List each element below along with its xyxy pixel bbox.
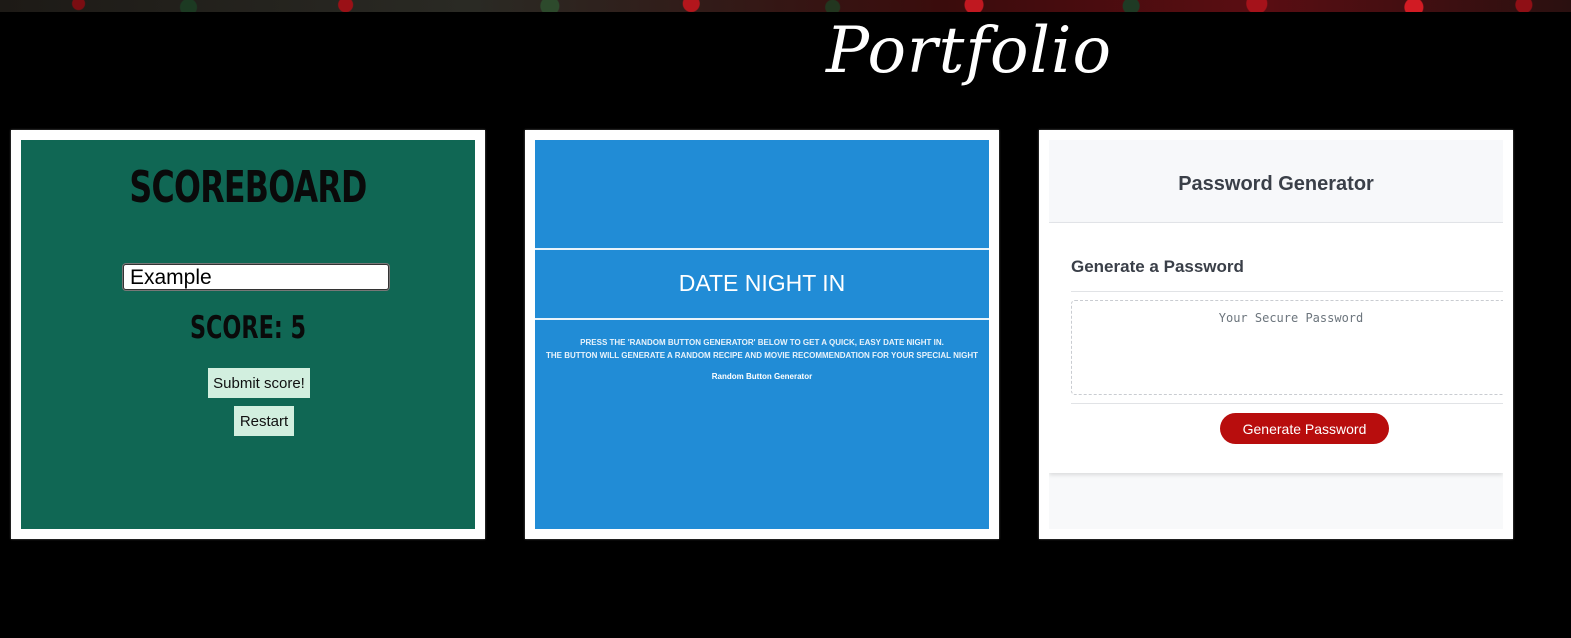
date-night-screenshot: DATE NIGHT IN PRESS THE 'RANDOM BUTTON G… [535,140,989,529]
random-button-generator[interactable]: Random Button Generator [535,372,989,381]
divider [1071,403,1503,404]
submit-score-button[interactable]: Submit score! [208,368,310,398]
password-output-textarea[interactable]: Your Secure Password [1071,300,1503,395]
divider [1071,291,1503,292]
portfolio-card-scoreboard[interactable]: SCOREBOARD Example SCORE: 5 Submit score… [11,130,485,539]
instructions-line-1: PRESS THE 'RANDOM BUTTON GENERATOR' BELO… [580,338,944,347]
score-display: SCORE: 5 [189,310,307,346]
page-title: Portfolio [826,14,1112,88]
divider-top [535,248,989,250]
password-header-title: Password Generator [1178,173,1374,195]
instructions-line-2: THE BUTTON WILL GENERATE A RANDOM RECIPE… [545,351,978,360]
password-header: Password Generator [1049,140,1503,223]
password-card-body: Generate a Password Your Secure Password… [1049,223,1503,473]
portfolio-card-date-night-in[interactable]: DATE NIGHT IN PRESS THE 'RANDOM BUTTON G… [525,130,999,539]
scoreboard-title: SCOREBOARD [129,162,367,213]
scoreboard-screenshot: SCOREBOARD Example SCORE: 5 Submit score… [21,140,475,529]
initials-input[interactable]: Example [123,264,389,290]
date-night-title: DATE NIGHT IN [678,270,846,296]
divider-bottom [535,318,989,320]
generate-password-button[interactable]: Generate Password [1220,413,1389,444]
restart-button[interactable]: Restart [234,406,294,436]
password-generator-screenshot: Password Generator Generate a Password Y… [1049,140,1503,529]
portfolio-card-password-generator[interactable]: Password Generator Generate a Password Y… [1039,130,1513,539]
password-subheader: Generate a Password [1071,257,1244,276]
hero-background-image [0,0,1571,12]
